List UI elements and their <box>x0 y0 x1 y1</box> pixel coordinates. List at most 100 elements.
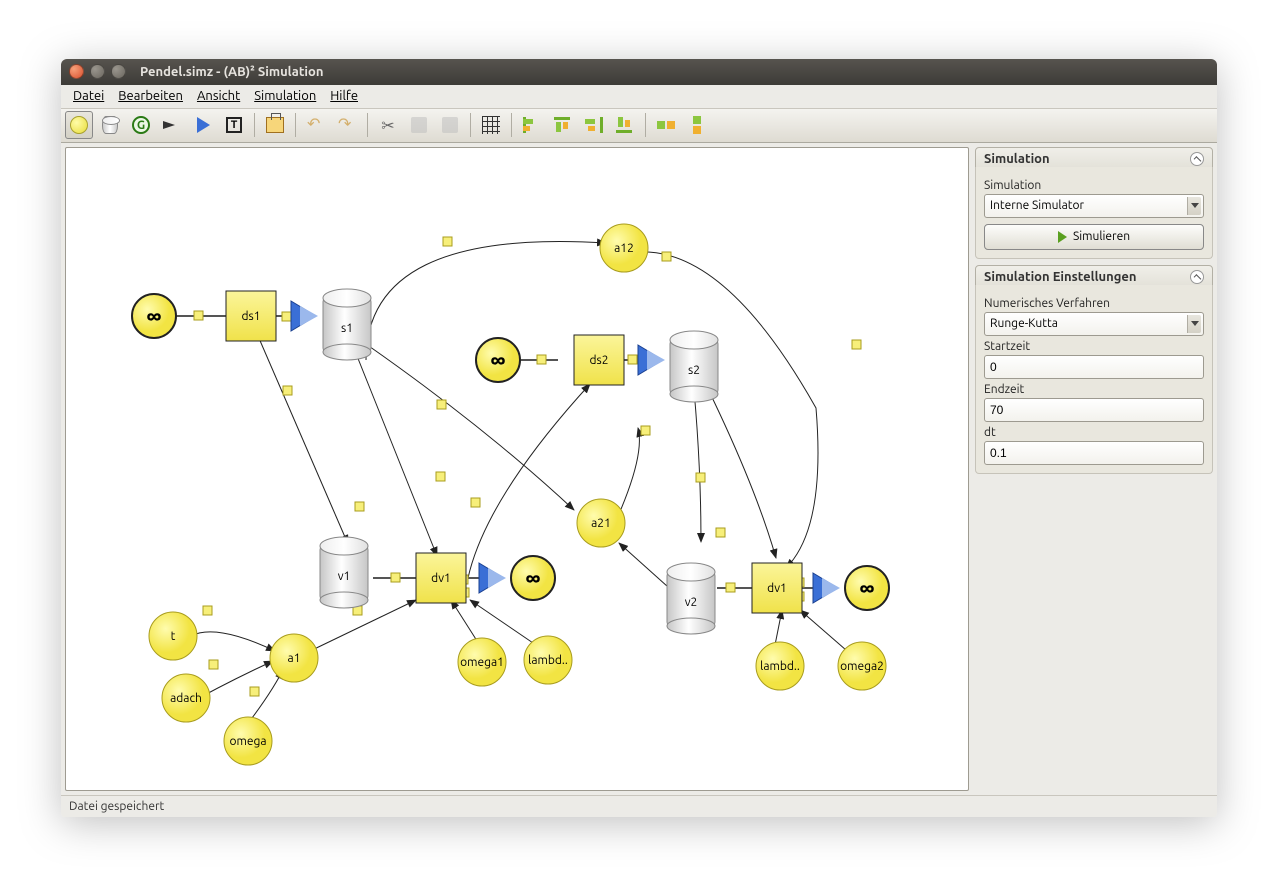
svg-text:ds1: ds1 <box>242 310 261 323</box>
collapse-icon[interactable] <box>1190 270 1204 284</box>
tool-align-left-icon[interactable] <box>518 111 546 139</box>
flow-arrow-icon[interactable] <box>638 345 665 375</box>
node-omega2[interactable]: omega2 <box>838 642 886 690</box>
svg-text:s2: s2 <box>688 364 700 377</box>
tool-center-h-icon[interactable] <box>652 111 680 139</box>
node-infinity[interactable]: ∞ <box>845 566 889 610</box>
tool-save-icon[interactable] <box>261 111 289 139</box>
simulation-label: Simulation <box>984 179 1204 192</box>
menu-file[interactable]: Datei <box>67 87 110 105</box>
node-infinity[interactable]: ∞ <box>132 294 176 338</box>
svg-text:v1: v1 <box>338 570 351 583</box>
tool-flow-icon[interactable] <box>189 111 217 139</box>
tool-grid-icon[interactable] <box>477 111 505 139</box>
node-a1[interactable]: a1 <box>270 634 318 682</box>
panel-simulation-title: Simulation <box>984 152 1050 166</box>
tool-paste-icon[interactable] <box>436 111 464 139</box>
tool-center-v-icon[interactable] <box>683 111 711 139</box>
window-title: Pendel.simz - (AB)² Simulation <box>140 65 323 79</box>
tool-global-icon[interactable]: G <box>127 111 155 139</box>
status-text: Datei gespeichert <box>69 800 164 813</box>
tool-undo-icon[interactable] <box>302 111 330 139</box>
chevron-down-icon <box>1187 315 1201 333</box>
svg-text:a12: a12 <box>614 242 634 255</box>
svg-text:t: t <box>171 630 176 643</box>
side-panel: Simulation Simulation Interne Simulator … <box>975 147 1213 791</box>
node-a21[interactable]: a21 <box>577 499 625 547</box>
panel-settings-title: Simulation Einstellungen <box>984 270 1137 284</box>
method-label: Numerisches Verfahren <box>984 297 1204 310</box>
window-maximize-button[interactable] <box>111 64 126 79</box>
simulate-button[interactable]: Simulieren <box>984 224 1204 250</box>
svg-text:dv1: dv1 <box>767 582 787 595</box>
tool-text-icon[interactable]: T <box>220 111 248 139</box>
menu-simulation[interactable]: Simulation <box>248 87 322 105</box>
menu-help[interactable]: Hilfe <box>324 87 364 105</box>
svg-text:s1: s1 <box>341 322 353 335</box>
svg-text:v2: v2 <box>685 596 698 609</box>
window-close-button[interactable] <box>69 64 84 79</box>
svg-text:lambd..: lambd.. <box>528 654 568 667</box>
end-time-input[interactable] <box>984 398 1204 422</box>
menu-view[interactable]: Ansicht <box>191 87 246 105</box>
title-bar: Pendel.simz - (AB)² Simulation <box>61 59 1217 85</box>
tool-align-right-icon[interactable] <box>580 111 608 139</box>
node-adach[interactable]: adach <box>162 674 210 722</box>
node-ds2[interactable]: ds2 <box>574 335 624 385</box>
svg-text:dv1: dv1 <box>431 572 451 585</box>
start-time-input[interactable] <box>984 355 1204 379</box>
svg-text:omega1: omega1 <box>460 656 504 669</box>
end-time-label: Endzeit <box>984 383 1204 396</box>
tool-align-top-icon[interactable] <box>549 111 577 139</box>
node-ds1[interactable]: ds1 <box>226 291 276 341</box>
play-icon <box>1058 231 1067 243</box>
node-dv2[interactable]: dv1 <box>752 563 802 613</box>
node-omega[interactable]: omega <box>224 717 272 765</box>
tool-parameter-icon[interactable] <box>65 111 93 139</box>
node-s1[interactable]: s1 <box>323 289 371 360</box>
node-infinity[interactable]: ∞ <box>476 338 520 382</box>
collapse-icon[interactable] <box>1190 152 1204 166</box>
flow-arrow-icon[interactable] <box>479 563 506 593</box>
node-lambda1[interactable]: lambd.. <box>524 636 572 684</box>
tool-arrow-icon[interactable] <box>158 111 186 139</box>
menu-edit[interactable]: Bearbeiten <box>112 87 189 105</box>
svg-text:ds2: ds2 <box>590 354 609 367</box>
toolbar: G T ✂ <box>61 109 1217 143</box>
menu-bar: Datei Bearbeiten Ansicht Simulation Hilf… <box>61 85 1217 109</box>
dt-label: dt <box>984 426 1204 439</box>
start-time-label: Startzeit <box>984 340 1204 353</box>
svg-text:lambd..: lambd.. <box>760 660 800 673</box>
svg-text:∞: ∞ <box>491 346 506 373</box>
window-minimize-button[interactable] <box>90 64 105 79</box>
tool-copy-icon[interactable] <box>405 111 433 139</box>
tool-align-bottom-icon[interactable] <box>611 111 639 139</box>
flow-arrow-icon[interactable] <box>291 301 318 331</box>
svg-text:a21: a21 <box>591 517 611 530</box>
svg-text:∞: ∞ <box>147 302 162 329</box>
svg-text:∞: ∞ <box>860 574 875 601</box>
dt-input[interactable] <box>984 441 1204 465</box>
node-v1[interactable]: v1 <box>320 537 368 608</box>
svg-text:adach: adach <box>170 692 202 705</box>
method-select[interactable]: Runge-Kutta <box>984 312 1204 336</box>
tool-cut-icon[interactable]: ✂ <box>374 111 402 139</box>
svg-text:omega2: omega2 <box>840 660 884 673</box>
app-window: Pendel.simz - (AB)² Simulation Datei Bea… <box>61 59 1217 817</box>
svg-text:omega: omega <box>229 735 266 748</box>
tool-container-icon[interactable] <box>96 111 124 139</box>
node-infinity[interactable]: ∞ <box>511 556 555 600</box>
node-dv1[interactable]: dv1 <box>416 553 466 603</box>
tool-redo-icon[interactable] <box>333 111 361 139</box>
node-s2[interactable]: s2 <box>670 331 718 402</box>
node-lambda2[interactable]: lambd.. <box>756 642 804 690</box>
node-a12[interactable]: a12 <box>600 224 648 272</box>
simulation-select[interactable]: Interne Simulator <box>984 194 1204 218</box>
flow-arrow-icon[interactable] <box>813 573 840 603</box>
node-t[interactable]: t <box>149 612 197 660</box>
diagram-svg: ∞ ∞ ∞ ∞ ds1 ds2 dv1 dv1 s1 s2 <box>66 148 966 788</box>
chevron-down-icon <box>1187 197 1201 215</box>
diagram-canvas[interactable]: ∞ ∞ ∞ ∞ ds1 ds2 dv1 dv1 s1 s2 <box>65 147 969 791</box>
node-v2[interactable]: v2 <box>667 563 715 634</box>
node-omega1[interactable]: omega1 <box>458 638 506 686</box>
